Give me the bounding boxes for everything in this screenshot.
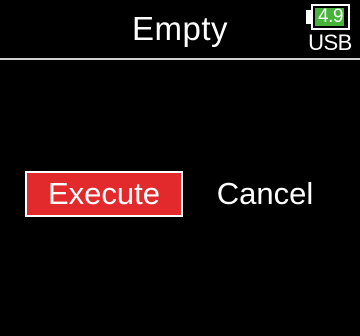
header-divider xyxy=(0,58,360,60)
battery-voltage: 4.9 xyxy=(318,6,343,27)
header-bar: Empty 4.9 USB xyxy=(0,0,360,58)
cancel-button[interactable]: Cancel xyxy=(208,171,322,217)
device-screen: Empty 4.9 USB Execute Cancel xyxy=(0,0,360,336)
power-source-label: USB xyxy=(308,30,352,55)
power-status: 4.9 USB xyxy=(304,4,356,56)
battery-body: 4.9 xyxy=(311,4,350,30)
battery-icon: 4.9 xyxy=(306,4,350,30)
execute-button[interactable]: Execute xyxy=(25,171,183,217)
confirm-dialog: Execute Cancel xyxy=(0,171,360,217)
